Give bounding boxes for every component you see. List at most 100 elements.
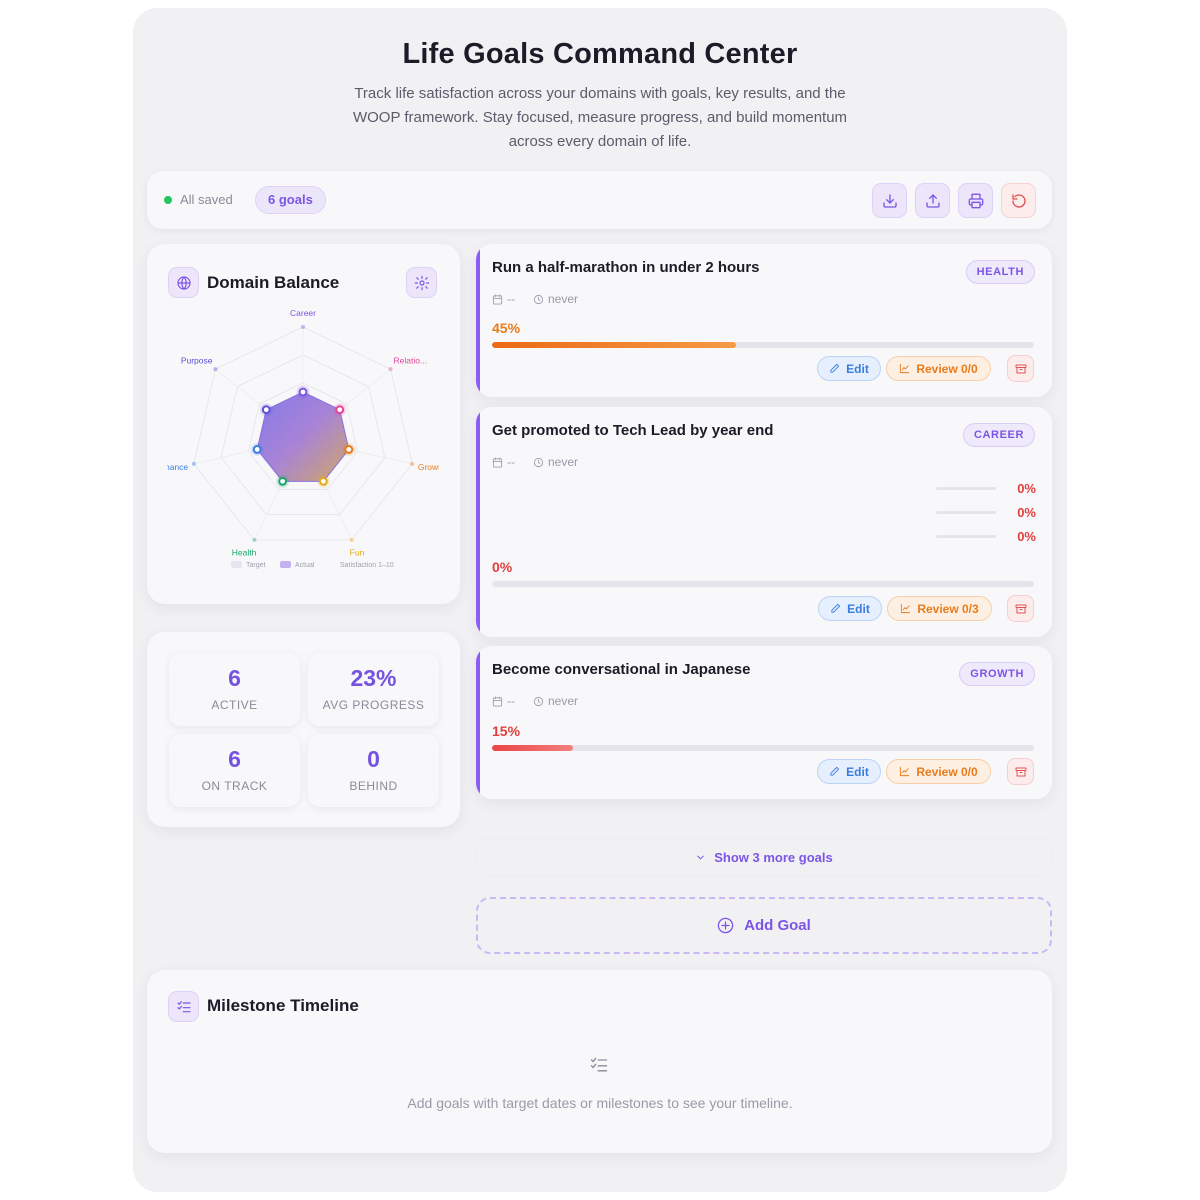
stat-avg-progress: 23% AVG PROGRESS: [308, 653, 439, 726]
add-goal-button[interactable]: Add Goal: [476, 897, 1052, 954]
goal-accent-bar: [476, 244, 480, 397]
goal-domain-tag: CAREER: [962, 423, 1035, 447]
goal-card[interactable]: Get promoted to Tech Lead by year end CA…: [476, 407, 1052, 637]
goal-progress-track: [492, 745, 1034, 751]
app-container: Life Goals Command Center Track life sat…: [133, 8, 1067, 1192]
archive-icon: [1015, 604, 1026, 613]
goal-progress-percent: 45%: [492, 320, 521, 336]
legend-actual-swatch: [280, 561, 291, 568]
plus-circle-icon: [717, 917, 734, 934]
legend-target-label: Target: [246, 562, 266, 569]
checklist-icon: [590, 1057, 608, 1072]
export-button[interactable]: [872, 183, 907, 218]
clock-icon: [533, 294, 544, 304]
goal-target-date: --: [507, 455, 515, 469]
stat-avg-progress-value: 23%: [350, 665, 397, 691]
stat-behind-label: BEHIND: [349, 779, 398, 793]
legend-actual-label: Actual: [295, 562, 315, 569]
radar-axis-label: Relatio...: [394, 355, 428, 365]
download-icon: [882, 193, 897, 208]
goal-progress-fill: [492, 342, 736, 348]
calendar-icon: [492, 456, 503, 468]
goal-title: Become conversational in Japanese: [492, 661, 751, 678]
key-result-percent: 0%: [1017, 481, 1036, 496]
radar-target-point: [213, 367, 218, 372]
radar-target-point: [252, 537, 257, 542]
goal-meta: -- never: [492, 292, 578, 306]
goal-card[interactable]: Become conversational in Japanese GROWTH…: [476, 646, 1052, 799]
radar-actual-point[interactable]: [278, 476, 288, 486]
goal-meta: -- never: [492, 694, 578, 708]
key-result-bar: [936, 535, 996, 538]
review-goal-button[interactable]: Review 0/0: [886, 759, 991, 784]
radar-actual-point[interactable]: [318, 476, 328, 486]
goal-last-review: never: [548, 694, 579, 708]
stat-on-track-value: 6: [228, 746, 241, 772]
key-result-row: 0%: [936, 505, 1036, 520]
radar-target-point: [301, 325, 305, 329]
radar-legend: Target Actual Satisfaction 1–10: [231, 561, 394, 569]
edit-goal-label: Edit: [847, 601, 870, 616]
calendar-icon: [492, 293, 503, 305]
archive-goal-button[interactable]: [1007, 758, 1034, 785]
radar-actual-point[interactable]: [261, 405, 271, 415]
page-title: Life Goals Command Center: [402, 38, 798, 70]
legend-target-swatch: [231, 561, 242, 568]
archive-icon: [1015, 767, 1026, 776]
review-goal-button[interactable]: Review 0/0: [886, 356, 991, 381]
radar-actual-point[interactable]: [344, 445, 354, 454]
goal-progress-track: [492, 581, 1034, 587]
calendar-icon: [492, 695, 503, 707]
stat-active-value: 6: [228, 665, 241, 691]
checklist-icon: [176, 1000, 191, 1012]
radar-actual-point[interactable]: [335, 405, 345, 415]
stat-behind: 0 BEHIND: [308, 734, 439, 807]
goal-meta: -- never: [492, 455, 578, 469]
edit-goal-label: Edit: [846, 764, 869, 779]
chart-line-icon: [900, 363, 910, 374]
chart-line-icon: [901, 603, 911, 614]
radar-axis-label: Growth: [418, 462, 439, 472]
pencil-icon: [830, 363, 840, 373]
radar-target-point: [191, 461, 196, 466]
key-result-row: 0%: [936, 529, 1036, 544]
import-button[interactable]: [915, 183, 950, 218]
edit-goal-button[interactable]: Edit: [817, 759, 881, 784]
stats-card: 6 ACTIVE 23% AVG PROGRESS 6 ON TRACK 0 B…: [147, 632, 460, 827]
globe-icon-chip: [168, 267, 199, 298]
chart-line-icon: [900, 766, 910, 777]
reset-button[interactable]: [1001, 183, 1036, 218]
page-subtitle: Track life satisfaction across your doma…: [352, 85, 848, 150]
pencil-icon: [831, 603, 841, 613]
goal-progress-track: [492, 342, 1034, 348]
stat-on-track: 6 ON TRACK: [169, 734, 300, 807]
goal-progress-percent: 0%: [492, 559, 513, 575]
print-button[interactable]: [958, 183, 993, 218]
goal-card[interactable]: Run a half-marathon in under 2 hours HEA…: [476, 244, 1052, 397]
key-result-percent: 0%: [1017, 505, 1036, 520]
goal-last-review: never: [548, 455, 579, 469]
archive-goal-button[interactable]: [1007, 355, 1034, 382]
domain-balance-title: Domain Balance: [207, 273, 340, 292]
radar-target-point: [388, 367, 393, 372]
clock-icon: [533, 696, 544, 706]
domain-radar-chart: Career Relatio... Growth Fun Health Finance Pu…: [167, 308, 439, 569]
archive-goal-button[interactable]: [1007, 595, 1034, 622]
radar-actual-point[interactable]: [252, 445, 262, 454]
print-icon: [968, 193, 983, 208]
edit-goal-button[interactable]: Edit: [817, 356, 881, 381]
review-goal-button[interactable]: Review 0/3: [887, 596, 992, 621]
goal-domain-tag: GROWTH: [959, 662, 1035, 686]
archive-icon: [1015, 364, 1026, 373]
edit-goal-button[interactable]: Edit: [818, 596, 882, 621]
radar-actual-point[interactable]: [298, 387, 308, 397]
stat-active-label: ACTIVE: [211, 698, 258, 712]
key-result-bar: [936, 487, 996, 490]
goal-last-review: never: [548, 292, 579, 306]
goal-title: Run a half-marathon in under 2 hours: [492, 259, 760, 276]
show-more-goals-label: Show 3 more goals: [714, 849, 833, 865]
domain-settings-button[interactable]: [406, 267, 437, 298]
show-more-goals-button[interactable]: Show 3 more goals: [476, 838, 1052, 876]
key-result-row: 0%: [936, 481, 1036, 496]
review-goal-label: Review 0/0: [916, 361, 978, 376]
